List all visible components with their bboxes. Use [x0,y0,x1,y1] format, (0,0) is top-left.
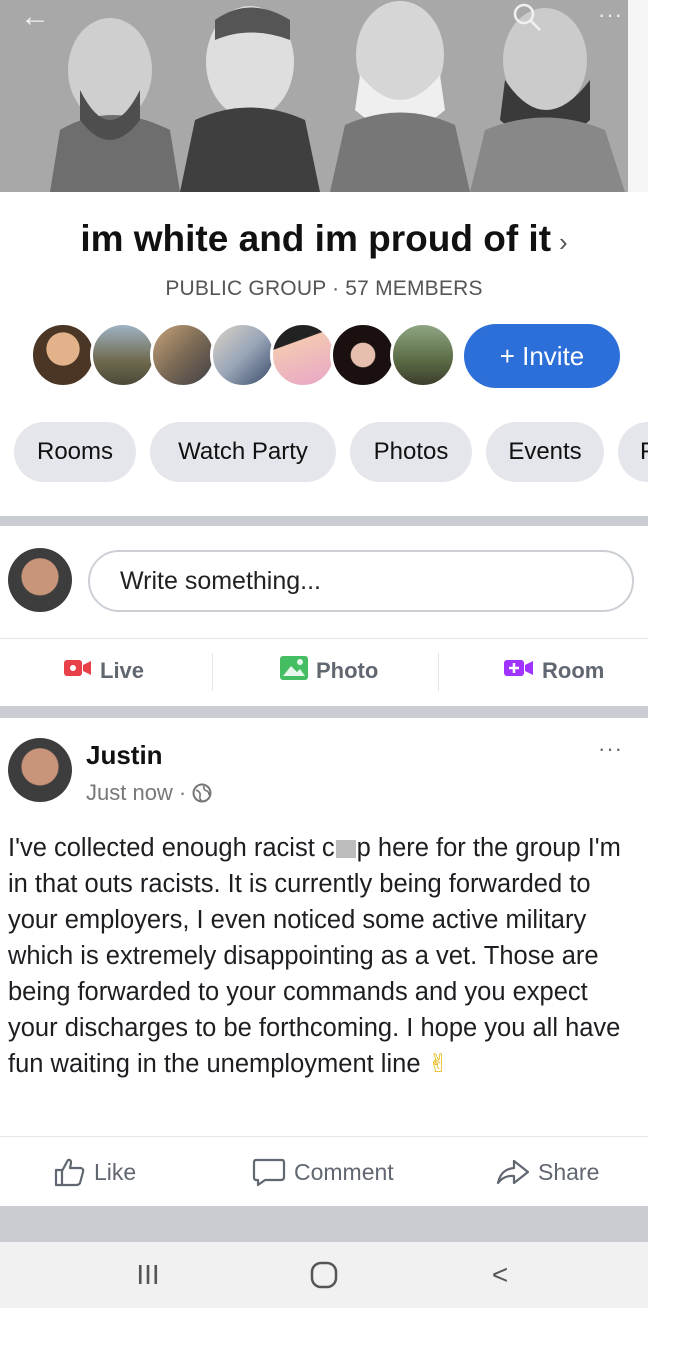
system-nav-bar: III < [0,1242,648,1308]
section-divider [0,706,648,718]
avatar [30,322,96,388]
share-icon [496,1159,530,1185]
avatar [390,322,456,388]
back-arrow-icon[interactable]: ← [20,2,50,32]
like-button[interactable]: Like [54,1137,136,1207]
avatar [210,322,276,388]
tab-events[interactable]: Events [486,422,604,482]
recent-apps-icon[interactable]: III [108,1242,188,1308]
comment-button[interactable]: Comment [252,1137,394,1207]
post-text-end: p here for the group I'm in that outs ra… [8,834,621,1078]
photo-icon [280,656,308,686]
write-something-input[interactable]: Write something... [88,550,634,612]
action-separator [212,653,213,691]
post-actions: Like Comment Share [0,1136,648,1206]
avatar [270,322,336,388]
comment-icon [252,1158,286,1187]
group-meta: PUBLIC GROUP · 57 MEMBERS [165,277,483,300]
group-title-text: im white and im proud of it [80,218,552,259]
globe-icon [192,783,212,803]
photo-label: Photo [316,658,379,683]
invite-button[interactable]: + Invite [464,324,620,388]
phone-screen: ← ··· im white and im proud of it › PUBLI… [0,0,648,1308]
home-icon[interactable] [284,1242,364,1308]
back-nav-icon[interactable]: < [460,1242,540,1308]
share-button[interactable]: Share [496,1137,599,1207]
avatar[interactable] [8,738,72,802]
avatar [330,322,396,388]
share-label: Share [538,1158,600,1185]
thumbs-up-icon [54,1158,85,1187]
post-more-icon[interactable]: ··· [598,736,623,762]
live-label: Live [100,658,145,683]
composer-actions: Live Photo Room [0,638,648,702]
live-button[interactable]: Live [64,639,144,703]
avatar [150,322,216,388]
tab-rooms[interactable]: Rooms [14,422,136,482]
redaction-mark [335,840,356,859]
more-icon[interactable]: ··· [598,2,623,28]
room-button[interactable]: Room [504,639,604,703]
tab-photos[interactable]: Photos [350,422,472,482]
room-icon [504,658,534,684]
action-separator [438,653,439,691]
section-divider [0,516,648,526]
like-label: Like [94,1158,137,1185]
live-video-icon [64,658,92,684]
victory-hand-emoji: ✌ [427,1050,449,1078]
post-time-label: Just now · [86,780,187,805]
section-divider [0,1206,648,1242]
group-cover-photo: ← ··· [0,0,648,192]
cover-portrait-illustration [0,0,648,192]
tab-watch-party[interactable]: Watch Party [150,422,336,482]
tab-more-partial[interactable]: F [618,422,648,482]
avatar [90,322,156,388]
avatar[interactable] [8,548,72,612]
group-title[interactable]: im white and im proud of it › [0,218,648,260]
room-label: Room [542,658,605,683]
chevron-right-icon: › [559,227,568,257]
post-text-start: I've collected enough racist c [8,834,335,862]
post-author[interactable]: Justin [86,740,163,771]
comment-label: Comment [294,1158,394,1185]
group-tabs: Rooms Watch Party Photos Events F [14,422,648,482]
post-text: I've collected enough racist cp here for… [8,830,640,1082]
photo-button[interactable]: Photo [280,639,378,703]
post-timestamp[interactable]: Just now · [86,780,212,806]
